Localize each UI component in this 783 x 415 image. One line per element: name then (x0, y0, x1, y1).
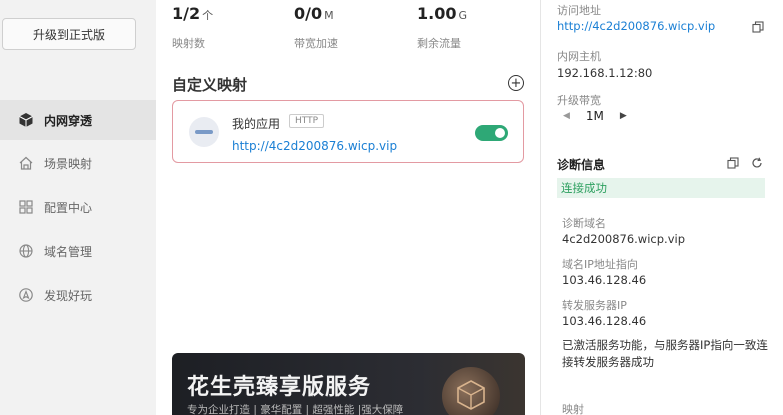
sidebar-item-discover[interactable]: 发现好玩 (0, 275, 156, 315)
home-icon (18, 155, 34, 171)
diag-domain-value: 4c2d200876.wicp.vip (562, 232, 685, 246)
mapping-enabled-toggle[interactable] (475, 125, 508, 141)
sidebar-item-label: 内网穿透 (44, 113, 93, 128)
refresh-icon[interactable] (751, 157, 763, 169)
diagnostics-title: 诊断信息 (557, 158, 606, 172)
stat-label: 带宽加速 (294, 37, 338, 50)
protocol-badge: HTTP (289, 114, 325, 128)
add-mapping-button[interactable]: + (508, 75, 524, 91)
sidebar-item-label: 发现好玩 (44, 288, 93, 303)
stat-label: 剩余流量 (417, 37, 461, 50)
upgrade-button[interactable]: 升级到正式版 (2, 18, 136, 50)
promo-subtitle: 专为企业打造 | 豪华配置 | 超强性能 |强大保障 (187, 404, 404, 415)
sidebar-item-label: 域名管理 (44, 244, 93, 259)
cube-icon (18, 112, 34, 128)
stat-value: 1/2 (172, 4, 201, 23)
stat-unit: M (324, 9, 334, 22)
mapping-card[interactable]: 我的应用 HTTP http://4c2d200876.wicp.vip (172, 100, 524, 163)
grid-icon (18, 199, 34, 215)
copy-icon[interactable] (752, 21, 764, 33)
bandwidth-stepper[interactable]: ◀ 1M ▶ (563, 109, 627, 123)
app-avatar (189, 117, 219, 147)
intranet-host-value: 192.168.1.12:80 (557, 66, 653, 80)
connection-status: 连接成功 (557, 178, 765, 198)
diag-domain-label: 诊断域名 (562, 217, 606, 230)
mapping-label: 映射 (562, 403, 584, 415)
stat-mappings: 1/2 个 映射数 (172, 4, 213, 51)
cube-icon (442, 367, 500, 415)
globe-icon (18, 243, 34, 259)
diagnostic-note: 已激活服务功能，与服务器IP指向一致连接转发服务器成功 (562, 338, 768, 369)
stat-value: 1.00 (417, 4, 457, 23)
mapping-url-link[interactable]: http://4c2d200876.wicp.vip (232, 139, 397, 153)
stat-traffic: 1.00 G 剩余流量 (417, 4, 467, 51)
domain-ip-label: 域名IP地址指向 (562, 258, 638, 271)
bandwidth-value: 1M (585, 109, 604, 123)
plus-circle-icon: + (510, 75, 522, 91)
detail-panel: 访问地址 http://4c2d200876.wicp.vip 内网主机 192… (541, 0, 783, 415)
compass-icon (18, 287, 34, 303)
access-url-link[interactable]: http://4c2d200876.wicp.vip (557, 19, 715, 33)
sidebar-item-label: 场景映射 (44, 156, 93, 171)
sidebar-item-intranet[interactable]: 内网穿透 (0, 100, 156, 140)
main-panel: 1/2 个 映射数 0/0 M 带宽加速 1.00 G 剩余流量 自定义映射 + 我的… (156, 0, 540, 415)
sidebar-item-label: 配置中心 (44, 200, 93, 215)
increase-arrow-icon[interactable]: ▶ (620, 111, 627, 121)
section-title: 自定义映射 (172, 76, 248, 94)
sidebar: 升级到正式版 内网穿透 场景映射 配置中心 域名管理 发现好玩 (0, 0, 156, 415)
intranet-host-label: 内网主机 (557, 50, 601, 63)
mapping-name: 我的应用 (232, 117, 281, 131)
promo-title: 花生壳臻享版服务 (187, 375, 372, 400)
stat-bandwidth: 0/0 M 带宽加速 (294, 4, 338, 51)
stat-value: 0/0 (294, 4, 323, 23)
forward-server-value: 103.46.128.46 (562, 314, 647, 328)
stat-unit: 个 (202, 9, 214, 22)
forward-server-label: 转发服务器IP (562, 299, 627, 312)
copy-icon[interactable] (727, 157, 739, 169)
stat-label: 映射数 (172, 37, 205, 50)
sidebar-item-scene[interactable]: 场景映射 (0, 143, 156, 183)
access-address-label: 访问地址 (557, 4, 601, 17)
promo-banner[interactable]: 花生壳臻享版服务 专为企业打造 | 豪华配置 | 超强性能 |强大保障 (172, 353, 525, 415)
stat-unit: G (458, 9, 468, 22)
sidebar-item-config[interactable]: 配置中心 (0, 187, 156, 227)
sidebar-item-domain[interactable]: 域名管理 (0, 231, 156, 271)
domain-ip-value: 103.46.128.46 (562, 273, 647, 287)
decrease-arrow-icon[interactable]: ◀ (563, 111, 570, 121)
upgrade-bandwidth-label: 升级带宽 (557, 94, 601, 107)
